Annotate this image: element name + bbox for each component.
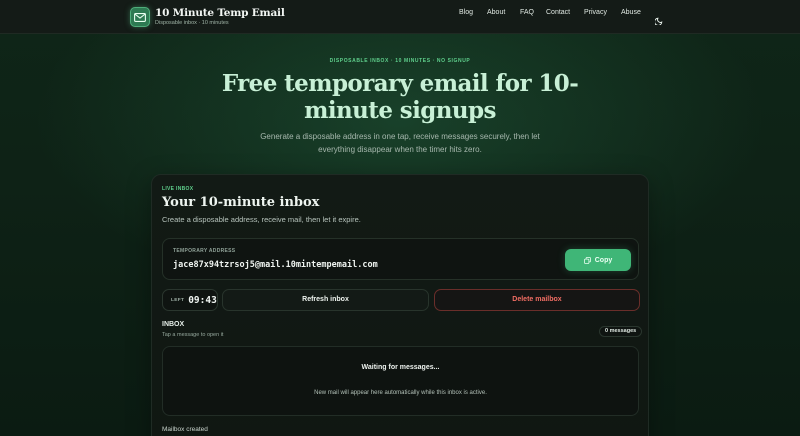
hero-subtitle: Generate a disposable address in one tap… <box>260 132 540 154</box>
nav-link-privacy[interactable]: Privacy <box>584 9 607 16</box>
message-count-badge: 0 messages <box>599 326 643 337</box>
delete-mailbox-button[interactable]: Delete mailbox <box>434 289 640 311</box>
hero-eyebrow: DISPOSABLE INBOX · 10 MINUTES · NO SIGNU… <box>329 58 471 64</box>
copy-button[interactable]: Copy <box>565 249 631 271</box>
nav-link-faq[interactable]: FAQ <box>520 9 534 16</box>
temporary-address-panel: TEMPORARY ADDRESS jace87x94tzrsoj5@mail.… <box>162 238 639 280</box>
top-navigation-bar: 10 Minute Temp Email Disposable inbox · … <box>0 0 800 34</box>
inbox-heading: INBOX <box>162 321 185 328</box>
nav-link-abuse[interactable]: Abuse <box>621 9 641 16</box>
mail-logo-icon <box>130 7 150 27</box>
countdown-timer: LEFT 09:43 <box>162 289 218 311</box>
moon-icon[interactable] <box>654 12 664 26</box>
copy-button-label: Copy <box>594 256 613 264</box>
empty-state-subtitle: New mail will appear here automatically … <box>314 390 487 396</box>
empty-state-title: Waiting for messages... <box>361 364 440 371</box>
live-inbox-label: LIVE INBOX <box>162 186 194 192</box>
copy-icon <box>583 256 591 264</box>
inbox-card-subtitle: Create a disposable address, receive mai… <box>162 215 361 224</box>
email-address[interactable]: jace87x94tzrsoj5@mail.10mintempemail.com <box>173 260 378 270</box>
address-label: TEMPORARY ADDRESS <box>173 248 236 254</box>
inbox-card-title: Your 10-minute inbox <box>162 195 320 210</box>
nav-link-about[interactable]: About <box>487 9 505 16</box>
status-message: Mailbox created <box>162 426 208 433</box>
nav-link-blog[interactable]: Blog <box>459 9 473 16</box>
hero-title: Free temporary email for 10-minute signu… <box>221 70 579 124</box>
timer-value: 09:43 <box>188 294 217 306</box>
timer-left-label: LEFT <box>171 297 185 303</box>
brand-subtitle: Disposable inbox · 10 minutes <box>155 19 229 26</box>
nav-link-contact[interactable]: Contact <box>546 9 570 16</box>
refresh-inbox-button[interactable]: Refresh inbox <box>222 289 429 311</box>
message-list: Waiting for messages... New mail will ap… <box>162 346 639 416</box>
brand-title: 10 Minute Temp Email <box>155 7 285 19</box>
inbox-hint: Tap a message to open it <box>162 332 224 338</box>
inbox-card: LIVE INBOX Your 10-minute inbox Create a… <box>151 174 649 436</box>
brand[interactable]: 10 Minute Temp Email Disposable inbox · … <box>130 7 285 27</box>
